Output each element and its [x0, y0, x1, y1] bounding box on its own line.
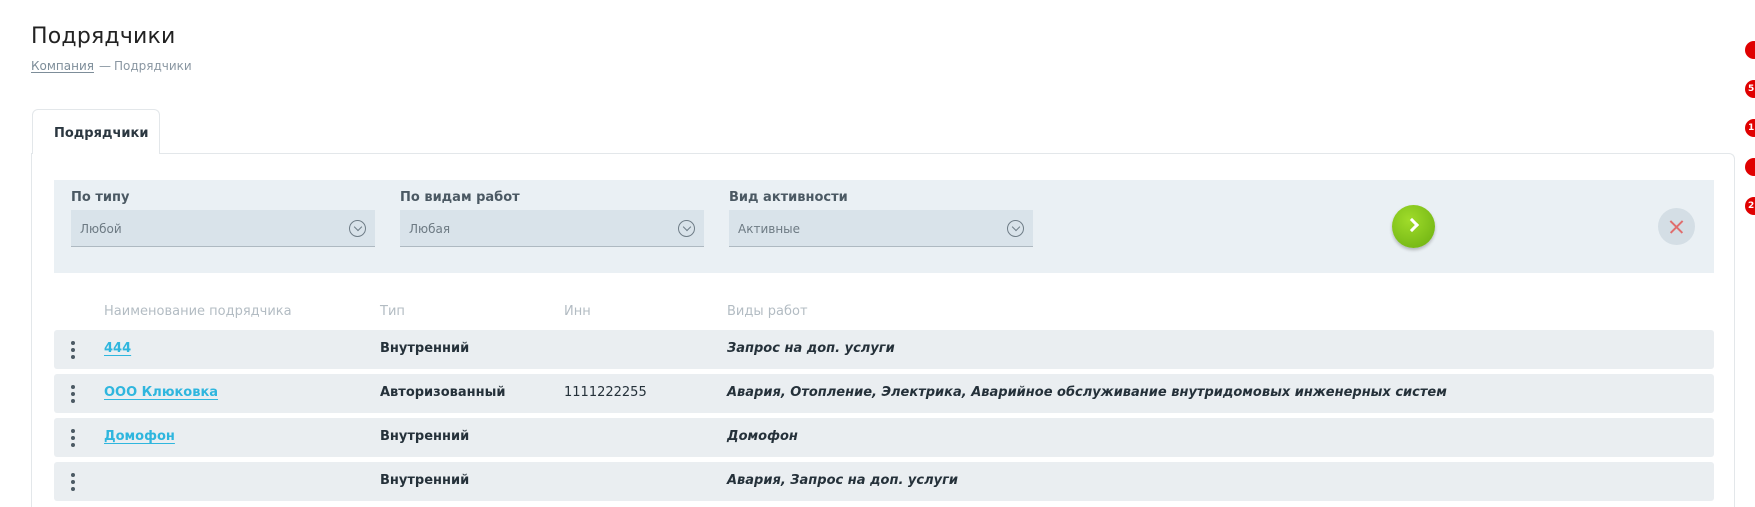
filter-work-kinds: По видам работ Любая [400, 190, 704, 247]
filter-type: По типу Любой [71, 190, 375, 247]
tab-contractors[interactable]: Подрядчики [32, 109, 160, 154]
column-header-inn[interactable]: Инн [564, 304, 591, 319]
table-header: Наименование подрядчика Тип Инн Виды раб… [54, 302, 1714, 324]
table-row: ООО Клюковка Авторизованный 1111222255 А… [54, 374, 1714, 413]
contractor-inn: 1111222255 [564, 385, 647, 400]
filter-activity-label: Вид активности [729, 190, 848, 205]
contractor-works: Запрос на доп. услуги [727, 341, 895, 356]
contractor-type: Внутренний [380, 341, 470, 356]
filter-bar: По типу Любой По видам работ Любая Вид а… [54, 180, 1714, 273]
filter-activity: Вид активности Активные [729, 190, 1033, 247]
contractor-works: Домофон [727, 429, 798, 444]
filter-work-kinds-select[interactable]: Любая [400, 210, 704, 247]
row-menu-icon[interactable] [71, 473, 75, 491]
apply-filter-button[interactable] [1392, 205, 1435, 248]
notification-badge[interactable] [1745, 158, 1755, 176]
filter-type-select[interactable]: Любой [71, 210, 375, 247]
contractor-name-link[interactable]: 444 [104, 341, 131, 356]
notification-badge[interactable] [1745, 41, 1755, 59]
column-header-name[interactable]: Наименование подрядчика [104, 304, 292, 319]
filter-work-kinds-label: По видам работ [400, 190, 520, 205]
contractor-name-link[interactable]: ООО Клюковка [104, 385, 218, 400]
breadcrumb-link-company[interactable]: Компания [31, 59, 94, 73]
chevron-down-icon [678, 220, 695, 237]
table-row: Домофон Внутренний Домофон [54, 418, 1714, 457]
row-menu-icon[interactable] [71, 341, 75, 359]
contractor-type: Внутренний [380, 429, 470, 444]
chevron-down-icon [349, 220, 366, 237]
table-row: 444 Внутренний Запрос на доп. услуги [54, 330, 1714, 369]
contractor-type: Внутренний [380, 473, 470, 488]
table-row: Внутренний Авария, Запрос на доп. услуги [54, 462, 1714, 501]
row-menu-icon[interactable] [71, 385, 75, 403]
notification-badge[interactable]: 1 [1745, 119, 1755, 137]
contractor-type: Авторизованный [380, 385, 506, 400]
row-menu-icon[interactable] [71, 429, 75, 447]
filter-type-label: По типу [71, 190, 130, 205]
contractor-works: Авария, Отопление, Электрика, Аварийное … [727, 385, 1447, 400]
filter-type-value: Любой [80, 222, 122, 236]
breadcrumb-current: Подрядчики [113, 59, 192, 73]
breadcrumb: Компания — Подрядчики [31, 59, 192, 73]
notification-badge[interactable]: 2 [1745, 197, 1755, 215]
filter-work-kinds-value: Любая [409, 222, 451, 236]
column-header-type[interactable]: Тип [380, 304, 405, 319]
breadcrumb-separator: — [98, 59, 111, 73]
contractor-works: Авария, Запрос на доп. услуги [727, 473, 958, 488]
notification-badge[interactable]: 5 [1745, 80, 1755, 98]
filter-activity-value: Активные [738, 222, 801, 236]
chevron-down-icon [1007, 220, 1024, 237]
column-header-works[interactable]: Виды работ [727, 304, 808, 319]
page-title: Подрядчики [31, 24, 176, 49]
contractor-name-link[interactable]: Домофон [104, 429, 175, 444]
filter-activity-select[interactable]: Активные [729, 210, 1033, 247]
arrow-right-icon [1404, 217, 1420, 233]
reset-filter-button[interactable] [1658, 208, 1695, 245]
